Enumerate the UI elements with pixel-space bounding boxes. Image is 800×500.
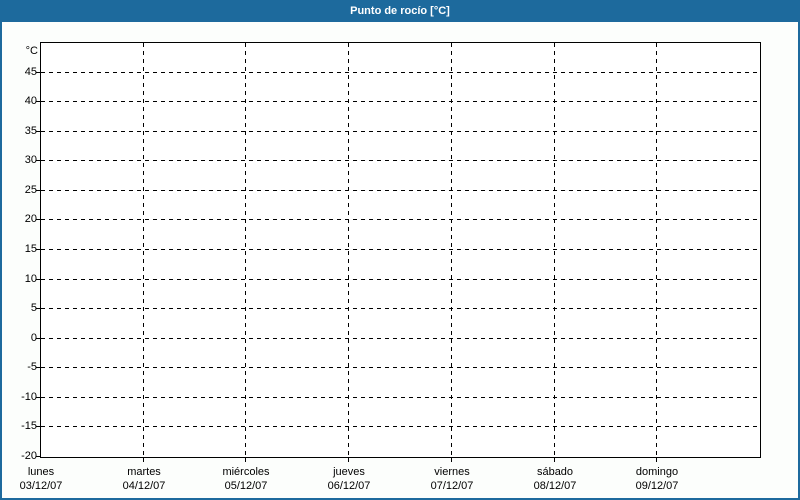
x-axis-day-label: sábado 08/12/07 — [500, 465, 610, 493]
x-axis-day-label: viernes 07/12/07 — [397, 465, 507, 493]
y-axis-tick-label: -10 — [21, 391, 37, 403]
y-axis-tick-label: 0 — [30, 332, 37, 344]
x-axis-day-label: miércoles 05/12/07 — [191, 465, 301, 493]
y-gridline — [41, 131, 760, 132]
y-axis-tick-label: 30 — [24, 154, 37, 166]
day-date: 07/12/07 — [430, 480, 474, 492]
day-name: martes — [127, 466, 161, 478]
day-name: domingo — [635, 466, 679, 478]
day-date: 03/12/07 — [19, 480, 63, 492]
y-gridline — [41, 426, 760, 427]
y-axis-tick-label: -15 — [21, 420, 37, 432]
day-name: lunes — [27, 466, 55, 478]
y-axis-unit-label: °C — [25, 45, 38, 57]
x-gridline — [554, 43, 555, 457]
chart-title: Punto de rocío [°C] — [350, 5, 450, 17]
x-axis-day-label: domingo 09/12/07 — [602, 465, 712, 493]
y-axis-tick-label: 15 — [24, 243, 37, 255]
x-tick-mark — [451, 458, 452, 462]
x-axis-day-label: martes 04/12/07 — [89, 465, 199, 493]
x-gridline — [245, 43, 246, 457]
y-gridline — [41, 338, 760, 339]
y-axis-tick-label: 45 — [24, 66, 37, 78]
x-gridline — [451, 43, 452, 457]
x-gridline — [656, 43, 657, 457]
x-gridline — [348, 43, 349, 457]
day-date: 08/12/07 — [533, 480, 577, 492]
y-gridline — [41, 308, 760, 309]
y-axis-tick-label: 5 — [30, 302, 37, 314]
x-tick-mark — [656, 458, 657, 462]
y-axis-tick-label: -5 — [27, 361, 37, 373]
x-tick-mark — [554, 458, 555, 462]
day-date: 05/12/07 — [224, 480, 268, 492]
x-tick-mark — [143, 458, 144, 462]
chart-title-bar: Punto de rocío [°C] — [2, 2, 798, 22]
y-axis-tick-label: 35 — [24, 125, 37, 137]
plot-area — [40, 42, 761, 458]
x-tick-mark — [348, 458, 349, 462]
y-gridline — [41, 219, 760, 220]
day-name: sábado — [536, 466, 574, 478]
y-axis-tick-label: -20 — [21, 450, 37, 462]
y-axis-tick-label: 25 — [24, 184, 37, 196]
day-name: viernes — [434, 466, 470, 478]
y-gridline — [41, 249, 760, 250]
y-gridline — [41, 397, 760, 398]
y-gridline — [41, 279, 760, 280]
x-axis-day-label: jueves 06/12/07 — [294, 465, 404, 493]
day-date: 09/12/07 — [635, 480, 679, 492]
day-name: jueves — [333, 466, 365, 478]
x-gridline — [143, 43, 144, 457]
x-tick-mark — [245, 458, 246, 462]
day-date: 06/12/07 — [327, 480, 371, 492]
y-axis-tick-label: 10 — [24, 273, 37, 285]
y-gridline — [41, 72, 760, 73]
y-gridline — [41, 101, 760, 102]
y-axis-tick-label: 40 — [24, 95, 37, 107]
y-axis-tick-label: 20 — [24, 213, 37, 225]
y-gridline — [41, 190, 760, 191]
chart-body: 45 40 35 30 25 20 15 10 5 0 -5 -10 -15 -20 °C lunes 03/1… — [2, 22, 798, 498]
day-date: 04/12/07 — [122, 480, 166, 492]
x-axis-day-label: lunes 03/12/07 — [2, 465, 96, 493]
y-gridline — [41, 160, 760, 161]
day-name: miércoles — [222, 466, 270, 478]
y-gridline — [41, 367, 760, 368]
dew-point-chart-window: Punto de rocío [°C] 45 40 35 30 25 20 15 10 5 0 -5… — [0, 0, 800, 500]
